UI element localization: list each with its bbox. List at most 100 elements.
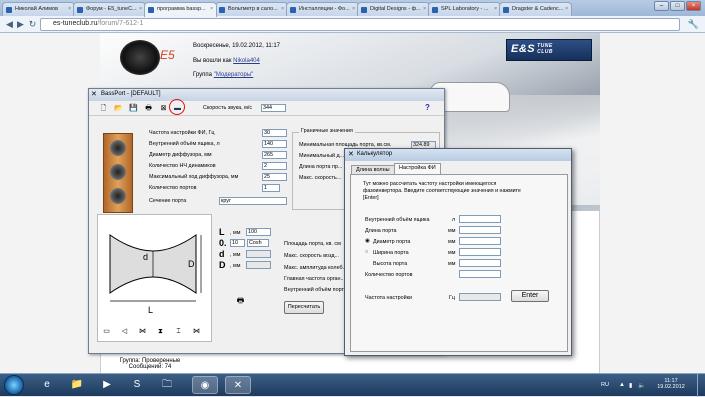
calculator-titlebar[interactable]: ✕ Калькулятор — [345, 149, 571, 161]
folder-icon[interactable]: 📁 — [64, 376, 90, 394]
club-logo[interactable]: E&S TUNE CLUB — [506, 39, 592, 61]
close-icon[interactable]: × — [423, 6, 426, 12]
box-volume-input[interactable]: 140 — [262, 140, 287, 148]
flared-port-drawing: d D L — [109, 234, 202, 315]
browser-tab[interactable]: Инсталляции - Фо... × — [286, 2, 359, 16]
speaker-cabinet-image — [103, 133, 133, 213]
reload-icon[interactable]: ↻ — [27, 19, 38, 30]
highlight-circle — [169, 99, 185, 115]
port-flared-icon[interactable]: ⌶ — [174, 327, 183, 336]
media-player-icon[interactable]: ▶ — [94, 376, 120, 394]
close-icon[interactable]: × — [139, 6, 142, 12]
favicon-icon — [503, 7, 509, 13]
network-icon[interactable]: ▮ — [629, 382, 632, 389]
app-icon: ✕ — [348, 151, 354, 158]
port-straight-icon[interactable]: ▭ — [102, 327, 111, 336]
ie-icon[interactable]: e — [34, 376, 60, 394]
flare-type-select[interactable]: Cosh — [247, 239, 269, 247]
chrome-icon[interactable]: ◉ — [192, 376, 218, 394]
save-icon[interactable]: 💾 — [129, 104, 138, 113]
calculator-description: Тут можно рассчитать частоту настройки и… — [363, 181, 521, 201]
forward-icon[interactable]: ▶ — [15, 19, 26, 30]
close-icon[interactable]: × — [494, 6, 497, 12]
favicon-icon — [219, 7, 225, 13]
tray-arrow-icon[interactable]: ▲ — [619, 382, 625, 388]
back-icon[interactable]: ◀ — [4, 19, 15, 30]
port-count-input[interactable] — [459, 270, 501, 278]
diagram-label-d: d — [143, 252, 148, 262]
browser-tab[interactable]: Dragster & Cadenc... × — [499, 2, 572, 16]
address-bar[interactable]: es-tuneclub.ru/forum/7-612-1 — [40, 18, 680, 31]
skype-icon[interactable]: S — [124, 376, 150, 394]
system-tray: RU ▲ ▮ 🔈 11:17 19.02.2012 — [595, 374, 705, 397]
tuning-freq-input[interactable]: 30 — [262, 129, 287, 137]
volume-icon[interactable]: 🔈 — [638, 382, 645, 389]
close-icon[interactable]: × — [68, 6, 71, 12]
radio-unchecked-icon[interactable]: ○ — [365, 249, 368, 255]
enter-button[interactable]: Enter — [511, 290, 549, 302]
speaker-icon — [110, 164, 126, 180]
help-icon[interactable]: ? — [425, 103, 430, 112]
browser-tab[interactable]: Digital Designs - ф... × — [357, 2, 430, 16]
print-icon[interactable]: 🖶 — [144, 104, 153, 113]
driver-count-input[interactable]: 2 — [262, 162, 287, 170]
limits-group-title: Граничные значения — [299, 128, 355, 134]
port-count-input[interactable]: 1 — [262, 184, 280, 192]
port-hourglass-icon[interactable]: ⧗ — [156, 327, 165, 336]
close-window-icon[interactable]: × — [686, 1, 701, 11]
site-login: Вы вошли как Nikola404 — [193, 58, 260, 64]
maximize-icon[interactable]: □ — [670, 1, 685, 11]
minimize-icon[interactable]: – — [654, 1, 669, 11]
start-button[interactable] — [4, 375, 24, 395]
port-double-cone-icon[interactable]: ⋈ — [138, 327, 147, 336]
browser-tab[interactable]: Форум - E5_tuneC... × — [73, 2, 146, 16]
port-flared-alt-icon[interactable]: ⋈ — [192, 327, 201, 336]
port-length-input[interactable] — [459, 226, 501, 234]
open-folder-icon[interactable]: 📂 — [114, 104, 123, 113]
close-icon[interactable]: × — [352, 6, 355, 12]
favicon-icon — [6, 7, 12, 13]
port-width-input[interactable] — [459, 248, 501, 256]
bassport-titlebar[interactable]: ✕ BassPort - [DEFAULT] — [89, 89, 444, 101]
group-link[interactable]: "Модераторы" — [214, 72, 254, 78]
close-icon[interactable]: × — [281, 6, 284, 12]
port-section-select[interactable]: круг — [219, 197, 287, 205]
flare-factor-input[interactable]: 10 — [230, 239, 245, 247]
sound-speed-input[interactable]: 344 — [261, 104, 286, 112]
radio-checked-icon[interactable]: ◉ — [365, 238, 370, 244]
browser-tab[interactable]: SPL Laboratory - ... × — [428, 2, 501, 16]
browser-tab-active[interactable]: программа bassp... × — [144, 2, 217, 17]
explorer-icon[interactable]: 🗀 — [154, 376, 180, 394]
calculator-panel: Тут можно рассчитать частоту настройки и… — [350, 174, 568, 352]
browser-tab[interactable]: Вольтметр в сало... × — [215, 2, 288, 16]
new-file-icon[interactable]: 🗋 — [99, 104, 108, 113]
browser-tab[interactable]: Николай Алимов × — [2, 2, 75, 16]
port-height-input[interactable] — [459, 259, 501, 267]
speaker-icon — [110, 140, 126, 156]
show-desktop-button[interactable] — [697, 374, 705, 397]
user-link[interactable]: Nikola404 — [233, 58, 260, 64]
export-icon[interactable]: ⊠ — [159, 104, 168, 113]
clock[interactable]: 11:17 19.02.2012 — [655, 378, 687, 390]
port-large-diameter-value — [246, 261, 271, 269]
diagram-label-L: L — [148, 305, 153, 315]
port-length-input[interactable]: 100 — [246, 228, 271, 236]
port-shape-selector: ▭ ◁ ⋈ ⧗ ⌶ ⋈ — [102, 327, 208, 339]
port-cone-icon[interactable]: ◁ — [120, 327, 129, 336]
port-diagram: d D L ▭ ◁ ⋈ ⧗ ⌶ ⋈ — [97, 214, 212, 342]
user-info: Группа: Проверенные Сообщений: 74 — [119, 358, 181, 370]
recalculate-button[interactable]: Пересчитать — [284, 301, 324, 314]
max-excursion-input[interactable]: 25 — [262, 173, 287, 181]
wrench-icon[interactable]: 🔧 — [688, 19, 699, 30]
close-icon[interactable]: × — [210, 6, 213, 12]
favicon-icon — [432, 7, 438, 13]
favicon-icon — [77, 7, 83, 13]
box-volume-input[interactable] — [459, 215, 501, 223]
language-indicator[interactable]: RU — [601, 382, 609, 388]
print-icon[interactable]: 🖶 — [236, 296, 245, 305]
app-icon: ✕ — [91, 91, 97, 98]
bassport-icon[interactable]: ✕ — [225, 376, 251, 394]
port-diameter-input[interactable] — [459, 237, 501, 245]
cone-diameter-input[interactable]: 265 — [262, 151, 287, 159]
close-icon[interactable]: × — [565, 6, 568, 12]
